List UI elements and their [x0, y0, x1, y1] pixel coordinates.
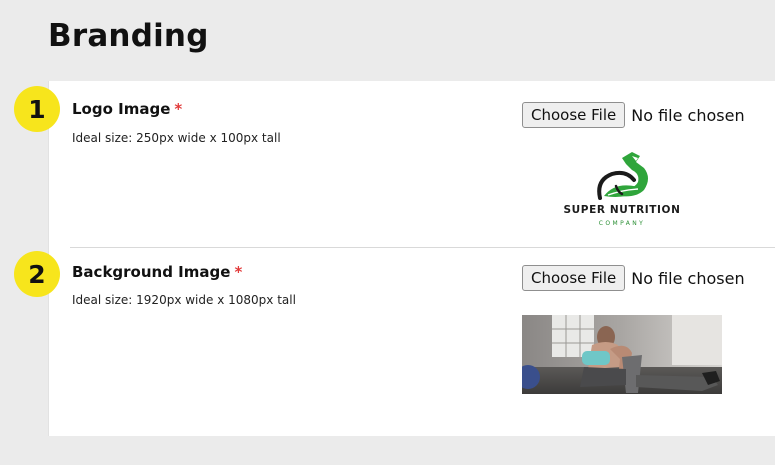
background-file-status: No file chosen	[631, 268, 745, 288]
background-image-preview	[522, 315, 722, 394]
background-photo-preview	[522, 315, 722, 394]
background-choose-file-button[interactable]: Choose File	[522, 265, 626, 291]
logo-choose-file-button[interactable]: Choose File	[522, 102, 626, 128]
flexed-arm-leaf-icon	[597, 152, 648, 200]
logo-image-label: Logo Image *	[72, 100, 182, 118]
required-marker: *	[174, 100, 183, 118]
step-badge-2: 2	[14, 251, 60, 297]
section-divider	[70, 247, 775, 248]
logo-size-hint: Ideal size: 250px wide x 100px tall	[72, 131, 281, 145]
required-marker: *	[234, 263, 243, 281]
logo-brand-name: SUPER NUTRITION	[563, 204, 681, 216]
logo-image-label-text: Logo Image	[72, 100, 171, 118]
logo-preview: SUPER NUTRITION COMPANY	[556, 150, 688, 230]
page-title: Branding	[48, 18, 209, 54]
background-file-input[interactable]: Choose File No file chosen	[522, 265, 745, 291]
background-image-label-text: Background Image	[72, 263, 231, 281]
step-badge-1: 1	[14, 86, 60, 132]
logo-file-status: No file chosen	[631, 105, 745, 125]
logo-brand-sub: COMPANY	[598, 220, 646, 227]
background-image-label: Background Image *	[72, 263, 242, 281]
logo-file-input[interactable]: Choose File No file chosen	[522, 102, 745, 128]
background-size-hint: Ideal size: 1920px wide x 1080px tall	[72, 293, 296, 307]
